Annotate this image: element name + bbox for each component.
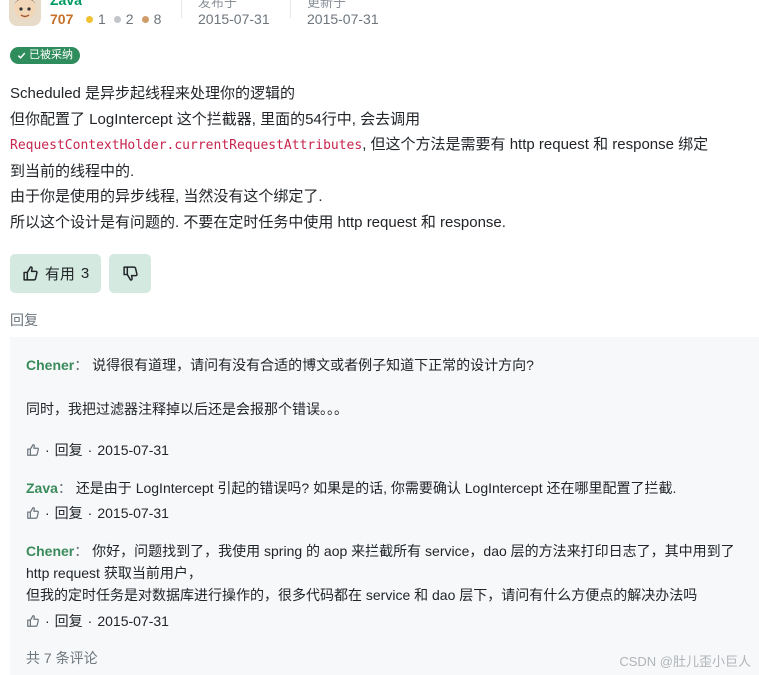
bronze-badge-count: 8	[153, 11, 162, 27]
comment-header: Zava： 还是由于 LogIntercept 引起的错误吗? 如果是的话, 你…	[26, 480, 677, 496]
comment-header: Chener： 你好，问题找到了，我使用 spring 的 aop 来拦截所有 …	[26, 543, 735, 559]
comment-text: 但我的定时任务是对数据库进行操作的，很多代码都在 service 和 dao 层…	[26, 587, 698, 603]
answer-line: RequestContextHolder.currentRequestAttri…	[10, 132, 759, 159]
silver-badge-count: 2	[125, 11, 134, 27]
updated-date: 2015-07-31	[307, 11, 379, 27]
reply-link[interactable]: 回复	[10, 310, 38, 330]
comment-total[interactable]: 共 7 条评论	[26, 648, 98, 668]
comment-header: Chener： 说得很有道理，请问有没有合适的博文或者例子知道下正常的设计方向?	[26, 357, 534, 373]
comment-user[interactable]: Chener	[26, 543, 74, 559]
thumbs-up-icon[interactable]	[26, 443, 40, 457]
published-label: 发布于	[198, 0, 238, 10]
bronze-badge-icon	[141, 15, 149, 23]
comment-text: 还是由于 LogIntercept 引起的错误吗? 如果是的话, 你需要确认 L…	[75, 480, 677, 496]
divider	[290, 0, 291, 18]
thumbs-up-icon[interactable]	[26, 506, 40, 520]
comment-reply-link[interactable]: 回复	[55, 503, 83, 523]
answer-line: 由于你是使用的异步线程, 当然没有这个绑定了.	[10, 188, 323, 206]
comment-date: 2015-07-31	[97, 505, 169, 521]
comment-user[interactable]: Chener	[26, 357, 74, 373]
answer-line: 所以这个设计是有问题的. 不要在定时任务中使用 http request 和 r…	[10, 213, 506, 231]
comments-panel: Chener： 说得很有道理，请问有没有合适的博文或者例子知道下正常的设计方向?…	[10, 337, 759, 675]
thumbs-down-icon	[122, 266, 138, 281]
comment-reply-link[interactable]: 回复	[55, 440, 83, 460]
answer-body: Scheduled 是异步起线程来处理你的逻辑的 但你配置了 LogInterc…	[10, 81, 759, 236]
answer-line: Scheduled 是异步起线程来处理你的逻辑的	[10, 85, 296, 102]
upvote-button[interactable]: 有用 3	[10, 254, 101, 293]
updated-label: 更新于	[307, 0, 347, 10]
thumbs-up-icon	[23, 266, 38, 281]
comment-date: 2015-07-31	[97, 613, 169, 629]
watermark: CSDN @肚儿歪小巨人	[619, 654, 751, 669]
comment-user[interactable]: Zava	[26, 480, 58, 496]
comment-text: 你好，问题找到了，我使用 spring 的 aop 来拦截所有 service，…	[92, 543, 735, 559]
comment-reply-link[interactable]: 回复	[55, 611, 83, 631]
comment-date: 2015-07-31	[97, 442, 169, 458]
comment-text: http request 获取当前用户，	[26, 565, 202, 581]
check-icon	[17, 52, 26, 59]
inline-code: RequestContextHolder.currentRequestAttri…	[10, 138, 363, 154]
author-reputation: 707	[50, 11, 74, 27]
useful-label: 有用	[44, 266, 75, 283]
useful-count: 3	[80, 265, 90, 282]
accepted-label: 已被采纳	[29, 49, 73, 61]
answer-line: 到当前的线程中的.	[10, 162, 135, 180]
comment-meta: · 回复 · 2015-07-31	[26, 440, 169, 460]
published-date: 2015-07-31	[198, 11, 270, 27]
gold-badge-count: 1	[98, 11, 106, 27]
downvote-button[interactable]	[109, 254, 151, 293]
comment-text: 说得很有道理，请问有没有合适的博文或者例子知道下正常的设计方向?	[92, 357, 534, 373]
gold-badge-icon	[86, 15, 93, 23]
answer-line: 但你配置了 LogIntercept 这个拦截器, 里面的54行中, 会去调用	[10, 110, 421, 128]
author-name[interactable]: Zava	[50, 0, 82, 8]
accepted-badge: 已被采纳	[10, 47, 80, 64]
divider	[181, 0, 182, 18]
author-avatar[interactable]	[9, 0, 41, 26]
answer-line-rest: , 但这个方法是需要有 http request 和 response 绑定	[362, 136, 709, 154]
author-badges: 1 2 8	[82, 11, 161, 27]
thumbs-up-icon[interactable]	[26, 614, 40, 628]
comment-text: 同时，我把过滤器注释掉以后还是会报那个错误。。。	[26, 401, 348, 417]
silver-badge-icon	[113, 15, 121, 23]
comment-meta: · 回复 · 2015-07-31	[26, 503, 169, 523]
comment-meta: · 回复 · 2015-07-31	[26, 611, 169, 631]
